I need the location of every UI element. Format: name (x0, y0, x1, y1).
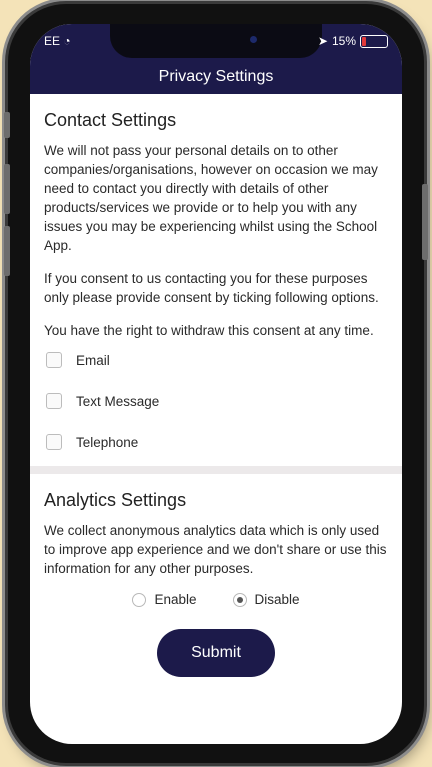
volume-up-button (4, 164, 10, 214)
contact-paragraph-1: We will not pass your personal details o… (44, 143, 378, 253)
status-bar-left: EE ◔ (44, 34, 71, 48)
contact-settings-section: Contact Settings We will not pass your p… (30, 94, 402, 452)
disable-label: Disable (254, 592, 300, 607)
email-checkbox[interactable] (46, 352, 62, 368)
enable-label: Enable (154, 592, 197, 607)
submit-button[interactable]: Submit (157, 629, 275, 677)
battery-fill (362, 36, 366, 46)
analytics-settings-section: Analytics Settings We collect anonymous … (30, 474, 402, 677)
text-message-checkbox[interactable] (46, 393, 62, 409)
contact-paragraph-2: If you consent to us contacting you for … (44, 271, 379, 305)
enable-radio[interactable] (132, 592, 147, 607)
contact-settings-heading: Contact Settings (44, 110, 177, 130)
text-message-option[interactable]: Text Message (46, 391, 388, 411)
status-bar-right: ➤ 15% (318, 34, 388, 48)
text-message-label: Text Message (76, 393, 160, 409)
enable-option[interactable]: Enable (132, 592, 197, 607)
mute-switch (4, 112, 10, 138)
app-header: EE ◔ ➤ 15% Privacy Settings (30, 24, 402, 94)
settings-content[interactable]: Contact Settings We will not pass your p… (30, 94, 402, 744)
contact-paragraph-3: You have the right to withdraw this cons… (44, 323, 374, 338)
wifi-icon: ◔ (63, 34, 71, 48)
telephone-checkbox[interactable] (46, 434, 62, 450)
email-option[interactable]: Email (46, 350, 388, 370)
battery-icon (360, 34, 388, 48)
analytics-radio-group: Enable Disable (44, 592, 388, 607)
disable-radio[interactable] (232, 592, 247, 607)
camera-icon (250, 36, 257, 43)
telephone-label: Telephone (76, 434, 139, 450)
telephone-option[interactable]: Telephone (46, 432, 388, 452)
analytics-paragraph: We collect anonymous analytics data whic… (44, 523, 387, 576)
location-arrow-icon: ➤ (317, 34, 328, 48)
notch (110, 24, 322, 58)
battery-percentage: 15% (331, 34, 356, 48)
email-label: Email (76, 352, 110, 368)
phone-screen: EE ◔ ➤ 15% Privacy Settings Contact Sett… (30, 24, 402, 744)
volume-down-button (4, 226, 10, 276)
section-divider (30, 466, 402, 474)
disable-option[interactable]: Disable (232, 592, 300, 607)
power-button (422, 184, 428, 260)
page-title: Privacy Settings (158, 68, 274, 85)
carrier-label: EE (44, 34, 61, 48)
phone-frame: EE ◔ ➤ 15% Privacy Settings Contact Sett… (4, 4, 428, 763)
analytics-settings-heading: Analytics Settings (44, 490, 187, 510)
